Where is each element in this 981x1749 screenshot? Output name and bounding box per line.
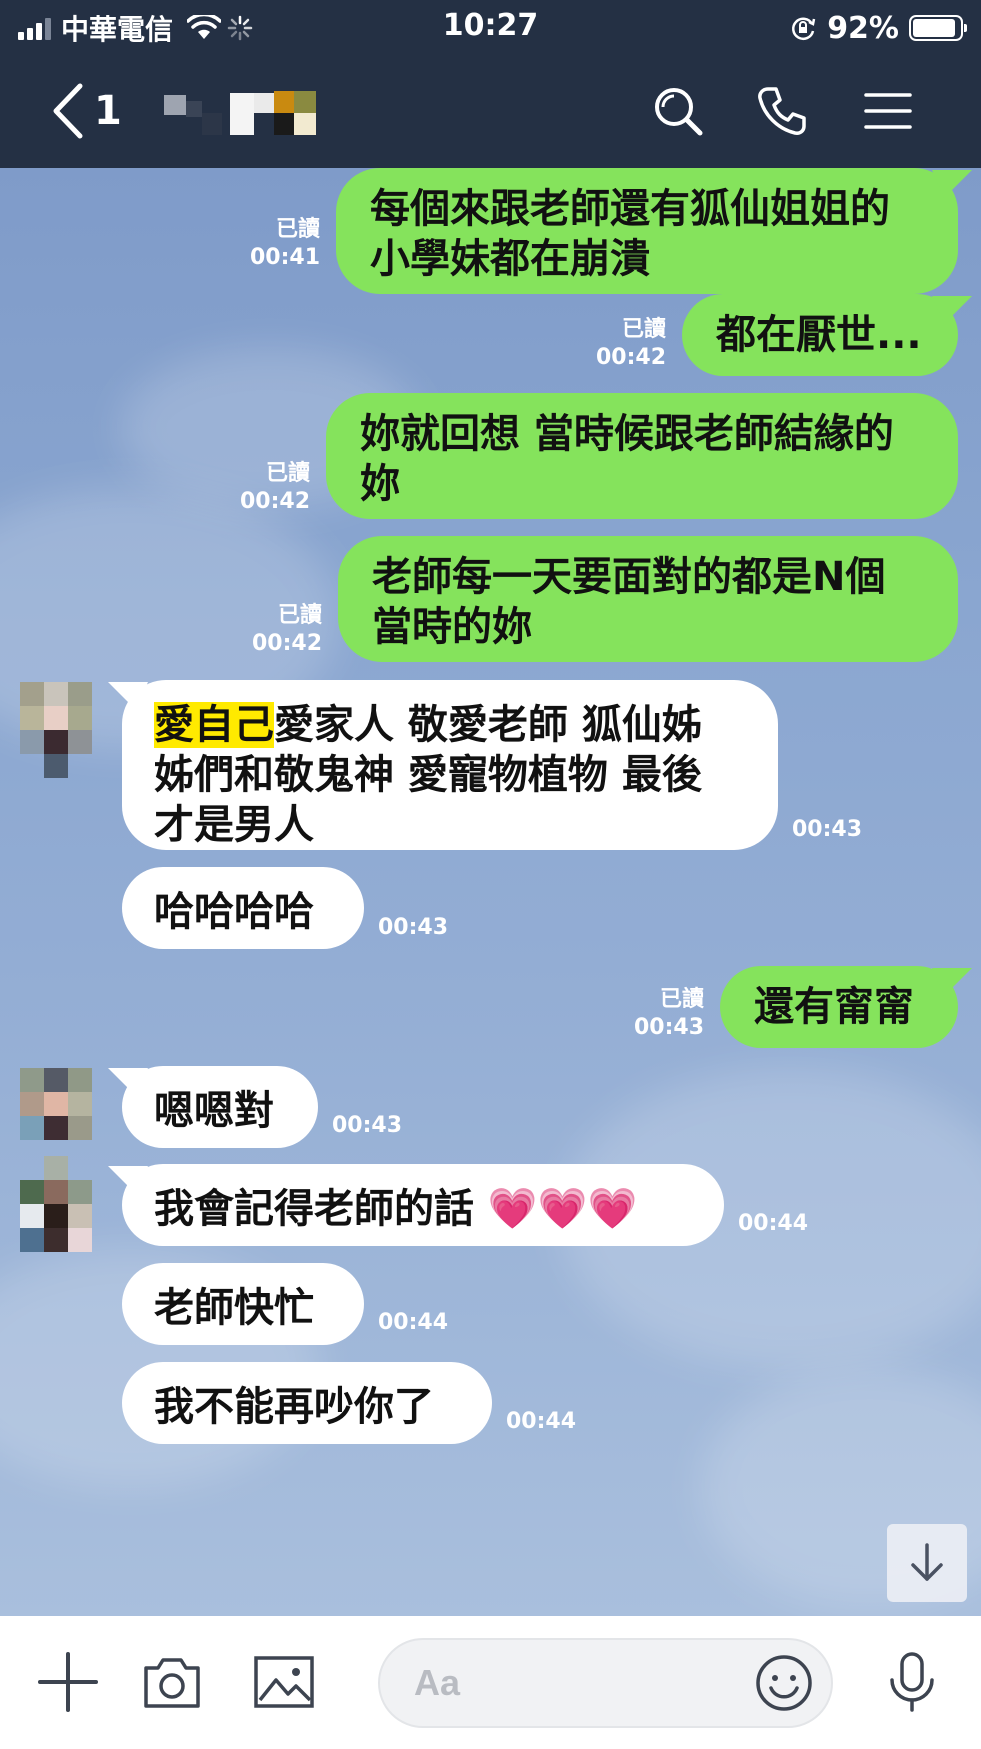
message-text: 老師每一天要面對的都是N個 [372,554,886,600]
message-time: 00:44 [378,1310,449,1335]
message-text: 妳 [360,461,400,507]
search-icon[interactable] [650,83,706,139]
message-input[interactable]: Aa [378,1638,833,1728]
image-icon[interactable] [252,1650,316,1714]
mic-icon[interactable] [880,1650,944,1714]
message-bubble-incoming[interactable]: 哈哈哈哈 [122,867,364,949]
battery-percent: 92% [827,10,899,46]
read-receipt: 已讀 00:42 [251,603,322,656]
message-bubble-outgoing[interactable]: 每個來跟老師還有狐仙姐姐的 小學妹都在崩潰 [336,168,958,294]
read-receipt: 已讀 00:41 [249,217,320,270]
message-text: 老師快忙 [154,1285,314,1331]
message-text: 愛自己愛家人 敬愛老師 狐仙姊 [154,702,702,748]
menu-icon[interactable] [860,83,916,139]
message-bubble-outgoing[interactable]: 還有甯甯 [720,966,958,1048]
message-composer: Aa [0,1616,981,1749]
battery-icon [909,15,967,41]
message-text: 小學妹都在崩潰 [370,236,650,282]
message-bubble-incoming[interactable]: 嗯嗯對 [122,1066,318,1148]
chevron-left-icon [53,83,83,139]
camera-icon[interactable] [140,1650,204,1714]
message-bubble-outgoing[interactable]: 都在厭世... [682,294,958,376]
message-text: 每個來跟老師還有狐仙姐姐的 [370,186,890,232]
message-text: 哈哈哈哈 [154,889,314,935]
chat-area[interactable]: 已讀 00:41 每個來跟老師還有狐仙姐姐的 小學妹都在崩潰 已讀 00:42 都在… [0,168,981,1616]
message-bubble-incoming[interactable]: 老師快忙 [122,1263,364,1345]
message-time: 00:43 [378,915,449,940]
highlighted-text: 愛自己 [154,702,274,748]
message-bubble-incoming[interactable]: 我會記得老師的話 💗💗💗 [122,1164,724,1246]
message-text: 還有甯甯 [754,984,914,1030]
read-receipt: 已讀 00:43 [633,987,704,1040]
emoji-icon[interactable] [753,1652,815,1714]
message-time: 00:44 [738,1211,809,1236]
message-bubble-outgoing[interactable]: 妳就回想 當時候跟老師結緣的 妳 [326,393,958,519]
avatar[interactable] [20,1068,92,1164]
message-input-placeholder: Aa [414,1662,461,1703]
scroll-to-bottom-button[interactable] [887,1524,967,1602]
message-text: 都在厭世... [716,312,922,358]
message-time: 00:43 [792,817,863,842]
message-bubble-outgoing[interactable]: 老師每一天要面對的都是N個 當時的妳 [338,536,958,662]
read-receipt: 已讀 00:42 [595,317,666,370]
status-bar: 中華電信 10:27 92% [0,0,981,55]
message-bubble-incoming[interactable]: 愛自己愛家人 敬愛老師 狐仙姊 姊們和敬鬼神 愛寵物植物 最後 才是男人 [122,680,778,850]
message-time: 00:44 [506,1409,577,1434]
avatar[interactable] [20,682,92,778]
message-text: 才是男人 [154,802,314,848]
message-text: 妳就回想 當時候跟老師結緣的 [360,411,894,457]
message-bubble-incoming[interactable]: 我不能再吵你了 [122,1362,492,1444]
message-text: 嗯嗯對 [154,1088,274,1134]
chat-name-redacted[interactable] [162,87,332,137]
message-text: 我不能再吵你了 [154,1384,434,1430]
unread-count: 1 [94,88,122,134]
back-button[interactable]: 1 [48,81,138,141]
plus-icon[interactable] [36,1650,100,1714]
phone-icon[interactable] [754,83,810,139]
message-text: 姊們和敬鬼神 愛寵物植物 最後 [154,752,702,798]
chat-header: 1 [0,55,981,168]
rotation-lock-icon [792,17,816,41]
message-text: 我會記得老師的話 💗💗💗 [154,1186,638,1232]
arrow-down-icon [911,1543,943,1581]
read-receipt: 已讀 00:42 [239,461,310,514]
message-time: 00:43 [332,1113,403,1138]
avatar[interactable] [20,1156,92,1252]
message-text: 當時的妳 [372,604,532,650]
